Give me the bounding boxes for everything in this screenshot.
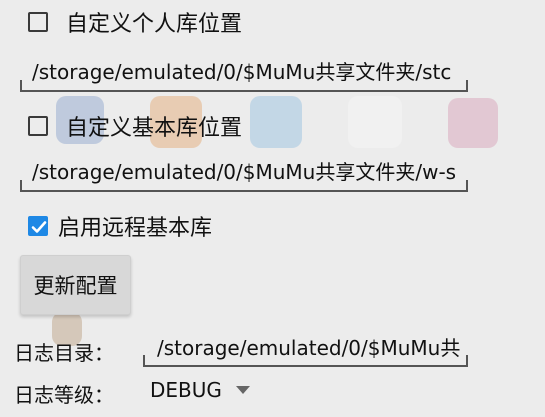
log-level-value: DEBUG [150, 378, 222, 402]
remote-base-repo-checkbox[interactable] [28, 216, 48, 236]
custom-personal-repo-path-value: /storage/emulated/0/$MuMu共享文件夹/stc [32, 60, 452, 84]
remote-base-repo-label: 启用远程基本库 [58, 216, 213, 241]
log-dir-value: /storage/emulated/0/$MuMu共 [157, 336, 461, 360]
custom-personal-repo-path-field[interactable]: /storage/emulated/0/$MuMu共享文件夹/stc [20, 56, 468, 92]
remote-base-repo-row[interactable]: 启用远程基本库 [28, 210, 545, 242]
check-icon [31, 221, 47, 233]
custom-personal-repo-checkbox[interactable] [28, 12, 48, 32]
custom-base-repo-row[interactable]: 自定义基本库位置 [28, 110, 545, 142]
log-dir-field[interactable]: /storage/emulated/0/$MuMu共 [143, 333, 468, 367]
custom-base-repo-checkbox[interactable] [28, 116, 48, 136]
custom-personal-repo-label: 自定义个人库位置 [66, 12, 243, 37]
log-level-label: 日志等级： [14, 383, 114, 407]
update-config-button[interactable]: 更新配置 [20, 255, 131, 315]
dropdown-arrow-icon [235, 386, 250, 394]
log-level-dropdown[interactable]: DEBUG [138, 373, 261, 407]
custom-base-repo-path-value: /storage/emulated/0/$MuMu共享文件夹/w-s [32, 160, 457, 184]
custom-personal-repo-row[interactable]: 自定义个人库位置 [28, 6, 545, 38]
log-dir-label: 日志目录： [14, 341, 114, 365]
custom-base-repo-path-field[interactable]: /storage/emulated/0/$MuMu共享文件夹/w-s [20, 156, 468, 192]
custom-base-repo-label: 自定义基本库位置 [66, 116, 243, 141]
